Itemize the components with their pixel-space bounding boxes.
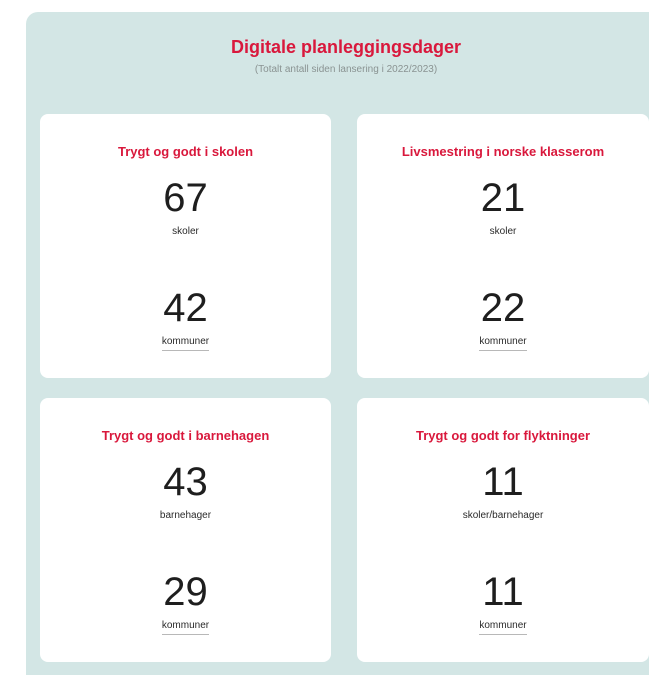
stat-value: 21 [480,176,526,220]
panel-title: Digitale planleggingsdager [230,37,462,57]
stat-schools: 21 skoler [357,176,649,239]
stat-municipalities: 42 kommuner [40,286,331,351]
stat-unit: skoler [172,226,199,237]
stat-municipalities: 11 kommuner [357,570,649,635]
card-title: Trygt og godt i skolen [117,144,254,159]
card-trygt-flyktninger: Trygt og godt for flyktninger 11 skoler/… [357,398,649,662]
stat-municipalities: 29 kommuner [40,570,331,635]
card-livsmestring: Livsmestring i norske klasserom 21 skole… [357,114,649,378]
card-trygt-barnehagen: Trygt og godt i barnehagen 43 barnehager… [40,398,331,662]
card-title: Livsmestring i norske klasserom [401,144,605,159]
municipalities-link[interactable]: kommuner [479,336,527,351]
card-trygt-skolen: Trygt og godt i skolen 67 skoler 42 komm… [40,114,331,378]
panel-header: Digitale planleggingsdager (Totalt antal… [26,36,649,76]
card-title: Trygt og godt for flyktninger [415,428,591,443]
card-title: Trygt og godt i barnehagen [101,428,270,443]
stat-value: 42 [163,286,208,330]
stat-schools: 67 skoler [40,176,331,239]
stat-kindergartens: 43 barnehager [40,460,331,523]
stat-unit: barnehager [159,510,212,521]
stat-value: 22 [480,286,526,330]
stat-unit: skoler [489,226,517,237]
municipalities-link[interactable]: kommuner [479,620,527,635]
stat-value: 11 [482,460,524,504]
stat-unit: skoler/barnehager [462,510,544,521]
panel-subtitle: (Totalt antall siden lansering i 2022/20… [254,64,438,75]
stat-value: 11 [482,570,524,614]
municipalities-link[interactable]: kommuner [161,336,210,351]
stat-value: 67 [163,176,208,220]
municipalities-link[interactable]: kommuner [161,620,210,635]
stat-value: 29 [163,570,208,614]
stat-schools-kindergartens: 11 skoler/barnehager [357,460,649,523]
stat-value: 43 [163,460,208,504]
stat-municipalities: 22 kommuner [357,286,649,351]
